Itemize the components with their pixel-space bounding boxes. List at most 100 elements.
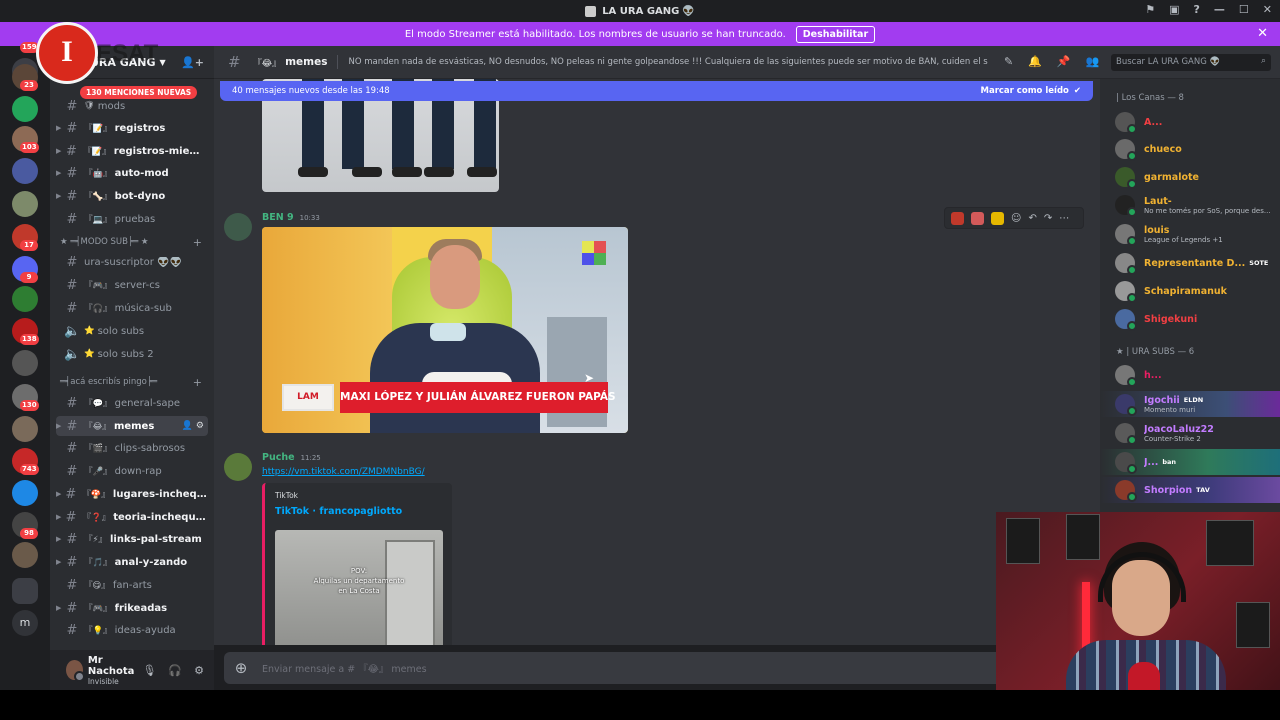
member-item[interactable]: Representante D... SOTE <box>1100 250 1280 276</box>
channel-item[interactable]: ▶ # 『📝』 registros <box>56 118 208 138</box>
member-item[interactable]: Schapiramanuk <box>1100 278 1280 304</box>
member-item[interactable]: h... <box>1100 362 1280 388</box>
avatar[interactable] <box>66 660 85 682</box>
category-sub[interactable]: ★ ═╡MODO SUB╞═ ★ + <box>60 235 208 249</box>
embed-provider: TikTok <box>275 491 299 500</box>
channel-item[interactable]: # 『🎤』 down-rap <box>56 461 208 481</box>
server-icon[interactable] <box>12 96 38 122</box>
channel-settings-icon[interactable]: 👤 ⚙ <box>182 421 208 431</box>
reaction-icon[interactable] <box>951 211 964 225</box>
channel-item[interactable]: # 『💡』 ideas-ayuda <box>56 620 208 640</box>
avatar <box>1115 253 1137 275</box>
avatar[interactable] <box>224 453 252 481</box>
chevron-right-icon: ▶ <box>56 490 62 498</box>
avatar[interactable] <box>224 213 252 241</box>
search-input[interactable]: Buscar LA URA GANG 👽 ⌕ <box>1111 54 1271 71</box>
user-info[interactable]: Mr Nachota Invisible <box>88 655 143 686</box>
forward-icon[interactable]: ↷ <box>1044 213 1052 224</box>
reaction-icon[interactable] <box>971 211 984 225</box>
headphones-icon[interactable]: 🎧 <box>168 664 182 677</box>
add-channel-icon[interactable]: + <box>193 376 208 389</box>
channel-item[interactable]: ▶ # 『🎵』 anal-y-zando <box>56 552 208 572</box>
inbox-icon[interactable]: ⚑ <box>1145 3 1155 16</box>
avatar <box>1115 224 1137 246</box>
bell-icon[interactable]: 🔔 <box>1028 55 1042 68</box>
voice-channel-item[interactable]: 🔈 ⭐ solo subs 2 <box>56 344 208 364</box>
channel-item-memes[interactable]: ▶ # 『😂』 memes 👤 ⚙ <box>56 416 208 436</box>
reply-icon[interactable]: ↶ <box>1028 213 1036 224</box>
minimize-button[interactable]: — <box>1214 3 1225 16</box>
new-messages-bar[interactable]: 40 mensajes nuevos desde las 19:48 Marca… <box>220 81 1093 101</box>
invite-icon[interactable]: 👤+ <box>181 56 204 69</box>
maximize-button[interactable]: ☐ <box>1239 3 1249 16</box>
channel-item[interactable]: # 『🎮』 server-cs <box>56 275 208 295</box>
channel-item[interactable]: ▶ # 『🎮』 frikeadas <box>56 598 208 618</box>
category-pingo[interactable]: ═╡acá escribís pingo╞═ + <box>60 375 208 389</box>
add-attachment-icon[interactable]: ⊕ <box>230 659 252 677</box>
member-item[interactable]: A... <box>1100 109 1280 135</box>
server-badge: 98 <box>20 528 38 539</box>
member-item[interactable]: Igochii ELDN Momento muri <box>1100 391 1280 417</box>
disable-streamer-button[interactable]: Deshabilitar <box>795 25 876 43</box>
microphone-icon[interactable]: 🎙 <box>142 664 156 677</box>
channel-name: bot-dyno <box>114 190 166 202</box>
close-window-button[interactable]: ✕ <box>1263 3 1272 16</box>
channel-item[interactable]: ▶ # 『🍄』 lugares-inchequ... <box>56 484 208 504</box>
member-item[interactable]: Laut- No me tomés por SoS, porque des... <box>1100 192 1280 218</box>
server-icon[interactable] <box>12 158 38 184</box>
channel-item[interactable]: # 『🎧』 música-sub <box>56 298 208 318</box>
channel-item[interactable]: ▶ # 『📝』 registros-miem... <box>56 141 208 161</box>
server-icon[interactable]: m <box>12 610 38 636</box>
message-list: 40 mensajes nuevos desde las 19:48 Marca… <box>214 79 1100 645</box>
voice-channel-item[interactable]: 🔈 ⭐ solo subs <box>56 321 208 341</box>
more-icon[interactable]: ⋯ <box>1059 213 1069 224</box>
mark-as-read-button[interactable]: Marcar como leído <box>981 86 1069 96</box>
member-item[interactable]: louis League of Legends +1 <box>1100 221 1280 247</box>
member-item[interactable]: chueco <box>1100 136 1280 162</box>
channel-item[interactable]: ▶ # 『❓』 teoria-incheque... <box>56 507 208 527</box>
server-icon[interactable] <box>12 480 38 506</box>
server-icon[interactable] <box>12 286 38 312</box>
channel-name: clips-sabrosos <box>114 442 186 454</box>
member-item[interactable]: Shigekuni <box>1100 306 1280 332</box>
server-icon[interactable] <box>12 350 38 376</box>
help-icon[interactable]: ? <box>1194 3 1200 16</box>
member-item[interactable]: Shorpion TAV <box>1100 477 1280 503</box>
channel-item[interactable]: ▶ # 『⚡』 links-pal-stream <box>56 529 208 549</box>
close-banner-icon[interactable]: ✕ <box>1257 26 1268 41</box>
message-author[interactable]: BEN 9 10:33 <box>262 212 320 223</box>
folder-icon[interactable] <box>12 578 38 604</box>
server-icon[interactable] <box>12 191 38 217</box>
channel-item[interactable]: # 『💻』 pruebas <box>56 209 208 229</box>
gear-icon[interactable]: ⚙ <box>194 664 204 677</box>
member-item[interactable]: J... ban <box>1100 449 1280 475</box>
members-icon[interactable]: 👥 <box>1086 55 1100 68</box>
member-item[interactable]: garmalote <box>1100 164 1280 190</box>
add-channel-icon[interactable]: + <box>193 236 208 249</box>
message-author[interactable]: Puche 11:25 <box>262 452 321 463</box>
channel-item[interactable]: # 『💬』 general-sape <box>56 393 208 413</box>
screen-icon[interactable]: ▣ <box>1169 3 1179 16</box>
message-composer[interactable]: ⊕ Enviar mensaje a # 『😂』 memes <box>224 652 1090 684</box>
channel-topic[interactable]: NO manden nada de esvásticas, NO desnudo… <box>348 57 988 67</box>
channel-item[interactable]: ▶ # 『🦴』 bot-dyno <box>56 186 208 206</box>
video-attachment[interactable]: LAM MAXI LÓPEZ Y JULIÁN ÁLVAREZ FUERON P… <box>262 227 628 433</box>
channel-item[interactable]: # 『🎬』 clips-sabrosos <box>56 438 208 458</box>
message-link[interactable]: https://vm.tiktok.com/ZMDMNbnBG/ <box>262 467 425 477</box>
member-item[interactable]: JoacoLaluz22 Counter-Strike 2 <box>1100 420 1280 446</box>
embed-title[interactable]: TikTok · francopagliotto <box>275 506 402 517</box>
tv-channel-label: LAM <box>282 384 334 411</box>
server-icon[interactable] <box>12 416 38 442</box>
reaction-icon[interactable] <box>991 211 1004 225</box>
embed-thumbnail[interactable]: POV: Alquilas un departamento en La Cost… <box>275 530 443 645</box>
channel-item[interactable]: # 🛡 mods <box>56 96 208 116</box>
new-mentions-pill[interactable]: 130 MENCIONES NUEVAS <box>80 86 198 99</box>
add-reaction-icon[interactable]: ☺ <box>1011 213 1021 224</box>
member-group-header: ★ | URA SUBS — 6 <box>1116 347 1195 357</box>
channel-item[interactable]: # ura-suscriptor 👽👽 <box>56 252 208 272</box>
channel-item[interactable]: # 『😋』 fan-arts <box>56 575 208 595</box>
threads-icon[interactable]: ✎ <box>1004 55 1013 68</box>
channel-item[interactable]: ▶ # 『🤖』 auto-mod <box>56 163 208 183</box>
server-icon[interactable] <box>12 542 38 568</box>
pin-icon[interactable]: 📌 <box>1057 55 1071 68</box>
